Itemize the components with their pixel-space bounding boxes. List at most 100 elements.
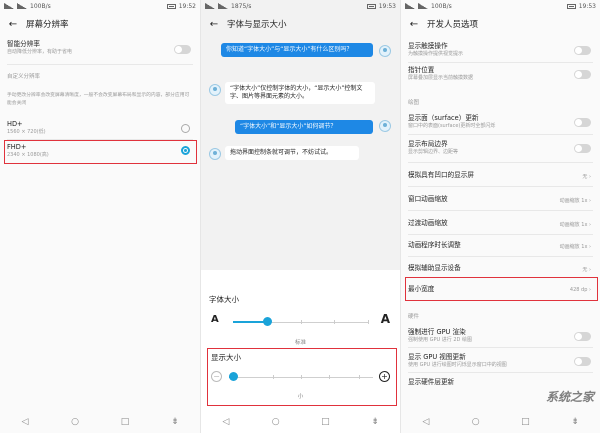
secondary-display-value: 无 ›	[582, 266, 591, 273]
option-hd-value: 1560 × 720(低)	[7, 129, 46, 135]
chat-bubble: 你知道“字体大小”与“显示大小”有什么区别吗？	[221, 43, 373, 57]
size-controls: 字体大小 A A 标准 显示大小 − + 小	[201, 270, 400, 433]
minus-icon[interactable]: −	[211, 371, 222, 382]
chat-bubble: “字体大小”仅控制字体的大小，“显示大小”控制文字、图片等界面元素的大小。	[225, 82, 375, 104]
option-hd-label: HD+	[7, 120, 23, 128]
watermark: 系统之家	[545, 390, 594, 404]
slider-tick	[273, 375, 274, 379]
custom-resolution-desc: 手动更改分辨率会改变屏幕清晰度，一般不会改变屏幕布局和显示的内容，部分应用可能会…	[7, 93, 190, 106]
nav-back-icon[interactable]: ◁	[419, 415, 433, 429]
smart-resolution-label: 智能分辨率	[7, 40, 40, 48]
smart-resolution-row[interactable]: 智能分辨率 自动降低分辨率，有助于省电	[0, 40, 200, 56]
chevron-right-icon: ›	[589, 174, 591, 180]
avatar	[379, 120, 391, 132]
force-gpu-row[interactable]: 强制进行 GPU 渲染 强制使用 GPU 进行 2D 绘图	[401, 328, 600, 344]
secondary-display-row[interactable]: 模拟辅助显示设备	[401, 264, 600, 273]
slider-thumb[interactable]	[263, 317, 272, 326]
signal-icon	[4, 3, 14, 9]
slider-tick	[301, 375, 302, 379]
hw-layer-updates-label: 显示硬件层更新	[408, 378, 455, 386]
back-arrow-icon[interactable]: ←	[407, 17, 421, 31]
nav-back-icon[interactable]: ◁	[219, 415, 233, 429]
value-text: 动画缩放 1x	[559, 198, 588, 204]
back-arrow-icon[interactable]: ←	[6, 17, 20, 31]
font-large-icon: A	[380, 312, 390, 326]
notch-sim-value: 无 ›	[582, 173, 591, 180]
divider	[408, 372, 593, 373]
smart-resolution-toggle[interactable]	[174, 45, 191, 54]
divider	[408, 256, 593, 257]
nav-home-icon[interactable]: ○	[68, 415, 82, 429]
battery-icon	[366, 3, 376, 9]
option-hd-radio[interactable]	[181, 124, 190, 133]
battery-icon	[566, 3, 576, 9]
pointer-location-toggle[interactable]	[574, 70, 591, 79]
layout-bounds-row[interactable]: 显示布局边界 显示剪辑边界、边距等	[401, 140, 600, 156]
nav-home-icon[interactable]: ○	[269, 415, 283, 429]
nav-recent-icon[interactable]: □	[318, 415, 332, 429]
nav-recent-icon[interactable]: □	[518, 415, 532, 429]
slider-thumb[interactable]	[229, 372, 238, 381]
value-text: 无	[582, 267, 588, 273]
battery-icon	[166, 3, 176, 9]
nav-menu-icon[interactable]: ⇟	[368, 415, 382, 429]
display-size-label: 显示大小	[211, 353, 241, 362]
surface-updates-row[interactable]: 显示面（surface）更新 窗口中的表面(surface)更新时全部闪烁	[401, 114, 600, 130]
option-hd[interactable]: HD+ 1560 × 720(低)	[0, 120, 200, 136]
avatar	[209, 148, 221, 160]
show-touches-row[interactable]: 显示触摸操作 为触摸操作提供视觉提示	[401, 42, 600, 58]
smart-resolution-desc: 自动降低分辨率，有助于省电	[7, 49, 73, 55]
nav-menu-icon[interactable]: ⇟	[568, 415, 582, 429]
notch-sim-label: 模拟具有凹口的显示屏	[408, 171, 474, 179]
pointer-location-row[interactable]: 指针位置 屏幕叠加层显示当前触摸数据	[401, 66, 600, 82]
chevron-right-icon: ›	[589, 222, 591, 228]
status-bar: 100B/s 19:53	[401, 0, 600, 12]
display-size-value: 小	[297, 394, 304, 400]
layout-bounds-toggle[interactable]	[574, 144, 591, 153]
chevron-right-icon: ›	[589, 267, 591, 273]
value-text: 无	[582, 174, 588, 180]
clock: 19:52	[178, 2, 196, 10]
show-touches-label: 显示触摸操作	[408, 42, 448, 50]
signal-icon	[17, 3, 27, 9]
value-text: 428 dp	[569, 287, 588, 293]
divider	[408, 210, 593, 211]
gpu-view-updates-toggle[interactable]	[574, 357, 591, 366]
divider	[7, 64, 193, 65]
nav-home-icon[interactable]: ○	[469, 415, 483, 429]
app-bar: ← 字体与显示大小	[201, 12, 400, 36]
slider-tick	[334, 320, 335, 324]
force-gpu-toggle[interactable]	[574, 332, 591, 341]
chevron-right-icon: ›	[589, 244, 591, 250]
gpu-view-updates-row[interactable]: 显示 GPU 视图更新 使用 GPU 进行绘图时闪烁显示窗口中的视图	[401, 353, 600, 369]
signal-icon	[418, 3, 428, 9]
nav-recent-icon[interactable]: □	[118, 415, 132, 429]
nav-menu-icon[interactable]: ⇟	[168, 415, 182, 429]
avatar	[379, 45, 391, 57]
slider-tick	[329, 375, 330, 379]
app-bar: ← 开发人员选项	[401, 12, 600, 36]
notch-sim-row[interactable]: 模拟具有凹口的显示屏	[401, 171, 600, 180]
plus-icon[interactable]: +	[379, 371, 390, 382]
surface-updates-toggle[interactable]	[574, 118, 591, 127]
divider	[408, 162, 593, 163]
page-title: 字体与显示大小	[227, 20, 287, 30]
pointer-location-label: 指针位置	[408, 66, 435, 74]
font-display-screen: 1875/s 19:53 ← 字体与显示大小 你知道“字体大小”与“显示大小”有…	[200, 0, 400, 433]
gpu-view-updates-label: 显示 GPU 视图更新	[408, 353, 466, 361]
animator-duration-label: 动画程序时长调整	[408, 241, 461, 249]
net-speed: 100B/s	[431, 2, 452, 10]
clock: 19:53	[578, 2, 596, 10]
surface-updates-desc: 窗口中的表面(surface)更新时全部闪烁	[408, 123, 496, 129]
resolution-screen: 100B/s 19:52 ← 屏幕分辨率 智能分辨率 自动降低分辨率，有助于省电…	[0, 0, 200, 433]
divider	[408, 134, 593, 135]
slider-fill	[233, 321, 267, 323]
back-arrow-icon[interactable]: ←	[207, 17, 221, 31]
hw-layer-updates-row[interactable]: 显示硬件层更新	[401, 378, 600, 387]
transition-anim-value: 动画缩放 1x ›	[560, 221, 591, 228]
nav-back-icon[interactable]: ◁	[18, 415, 32, 429]
chevron-right-icon: ›	[589, 287, 591, 293]
show-touches-toggle[interactable]	[574, 46, 591, 55]
chat-bubble: “字体大小”和“显示大小”如何调节？	[235, 120, 373, 134]
signal-icon	[405, 3, 415, 9]
